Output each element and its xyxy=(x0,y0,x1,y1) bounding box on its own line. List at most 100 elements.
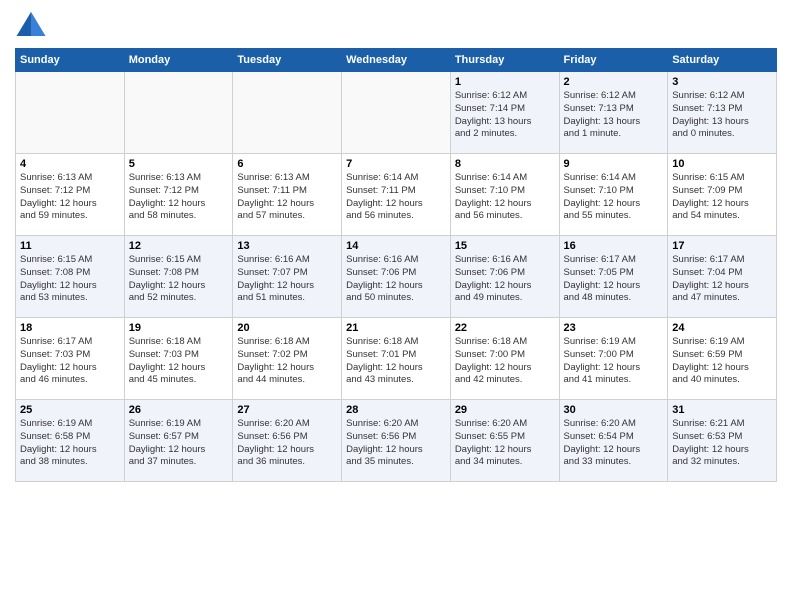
calendar-cell xyxy=(233,72,342,154)
day-number: 4 xyxy=(20,158,120,170)
day-info: Sunrise: 6:13 AM Sunset: 7:12 PM Dayligh… xyxy=(20,172,120,223)
calendar-cell: 1Sunrise: 6:12 AM Sunset: 7:14 PM Daylig… xyxy=(450,72,559,154)
calendar-cell: 11 Sunrise: 6:15 AM Sunset: 7:08 PM Dayli… xyxy=(16,236,125,318)
calendar-cell: 2 Sunrise: 6:12 AM Sunset: 7:13 PM Daylig… xyxy=(559,72,668,154)
day-info: Sunrise: 6:18 AM Sunset: 7:03 PM Dayligh… xyxy=(129,336,229,387)
day-info: Sunrise: 6:15 AM Sunset: 7:09 PM Dayligh… xyxy=(672,172,772,223)
day-info: Sunrise: 6:19 AM Sunset: 7:00 PM Dayligh… xyxy=(564,336,664,387)
day-info: Sunrise: 6:18 AM Sunset: 7:02 PM Dayligh… xyxy=(237,336,337,387)
calendar-cell: 4 Sunrise: 6:13 AM Sunset: 7:12 PM Daylig… xyxy=(16,154,125,236)
day-info: Sunrise: 6:15 AM Sunset: 7:08 PM Dayligh… xyxy=(129,254,229,305)
day-number: 6 xyxy=(237,158,337,170)
weekday-header-tuesday: Tuesday xyxy=(233,49,342,72)
day-number: 2 xyxy=(564,76,664,88)
day-info: Sunrise: 6:13 AM Sunset: 7:12 PM Dayligh… xyxy=(129,172,229,223)
logo xyxy=(15,10,51,38)
day-info: Sunrise: 6:14 AM Sunset: 7:10 PM Dayligh… xyxy=(455,172,555,223)
day-info: Sunrise: 6:13 AM Sunset: 7:11 PM Dayligh… xyxy=(237,172,337,223)
day-number: 17 xyxy=(672,240,772,252)
calendar-cell: 19 Sunrise: 6:18 AM Sunset: 7:03 PM Dayli… xyxy=(124,318,233,400)
calendar-cell: 6 Sunrise: 6:13 AM Sunset: 7:11 PM Daylig… xyxy=(233,154,342,236)
page-header xyxy=(15,10,777,38)
calendar-cell: 29 Sunrise: 6:20 AM Sunset: 6:55 PM Dayli… xyxy=(450,400,559,482)
weekday-header-row: SundayMondayTuesdayWednesdayThursdayFrid… xyxy=(16,49,777,72)
calendar-week-4: 18 Sunrise: 6:17 AM Sunset: 7:03 PM Dayli… xyxy=(16,318,777,400)
weekday-header-wednesday: Wednesday xyxy=(342,49,451,72)
day-number: 14 xyxy=(346,240,446,252)
calendar-cell: 15Sunrise: 6:16 AM Sunset: 7:06 PM Dayli… xyxy=(450,236,559,318)
day-info: Sunrise: 6:15 AM Sunset: 7:08 PM Dayligh… xyxy=(20,254,120,305)
calendar-week-1: 1Sunrise: 6:12 AM Sunset: 7:14 PM Daylig… xyxy=(16,72,777,154)
day-number: 16 xyxy=(564,240,664,252)
day-info: Sunrise: 6:18 AM Sunset: 7:01 PM Dayligh… xyxy=(346,336,446,387)
calendar-cell: 18 Sunrise: 6:17 AM Sunset: 7:03 PM Dayli… xyxy=(16,318,125,400)
calendar-week-5: 25Sunrise: 6:19 AM Sunset: 6:58 PM Dayli… xyxy=(16,400,777,482)
calendar-cell: 5 Sunrise: 6:13 AM Sunset: 7:12 PM Daylig… xyxy=(124,154,233,236)
calendar-cell: 17 Sunrise: 6:17 AM Sunset: 7:04 PM Dayli… xyxy=(668,236,777,318)
day-info: Sunrise: 6:14 AM Sunset: 7:10 PM Dayligh… xyxy=(564,172,664,223)
day-number: 21 xyxy=(346,322,446,334)
weekday-header-saturday: Saturday xyxy=(668,49,777,72)
calendar-cell: 27Sunrise: 6:20 AM Sunset: 6:56 PM Dayli… xyxy=(233,400,342,482)
calendar-cell: 20Sunrise: 6:18 AM Sunset: 7:02 PM Dayli… xyxy=(233,318,342,400)
day-number: 11 xyxy=(20,240,120,252)
calendar-cell: 13 Sunrise: 6:16 AM Sunset: 7:07 PM Dayli… xyxy=(233,236,342,318)
calendar-cell: 23 Sunrise: 6:19 AM Sunset: 7:00 PM Dayli… xyxy=(559,318,668,400)
calendar-table: SundayMondayTuesdayWednesdayThursdayFrid… xyxy=(15,48,777,482)
day-info: Sunrise: 6:17 AM Sunset: 7:04 PM Dayligh… xyxy=(672,254,772,305)
calendar-cell xyxy=(16,72,125,154)
day-number: 30 xyxy=(564,404,664,416)
calendar-body: 1Sunrise: 6:12 AM Sunset: 7:14 PM Daylig… xyxy=(16,72,777,482)
day-number: 10 xyxy=(672,158,772,170)
calendar-week-3: 11 Sunrise: 6:15 AM Sunset: 7:08 PM Dayli… xyxy=(16,236,777,318)
calendar-cell: 25Sunrise: 6:19 AM Sunset: 6:58 PM Dayli… xyxy=(16,400,125,482)
calendar-cell: 24 Sunrise: 6:19 AM Sunset: 6:59 PM Dayli… xyxy=(668,318,777,400)
day-number: 7 xyxy=(346,158,446,170)
day-info: Sunrise: 6:19 AM Sunset: 6:57 PM Dayligh… xyxy=(129,418,229,469)
day-info: Sunrise: 6:21 AM Sunset: 6:53 PM Dayligh… xyxy=(672,418,772,469)
weekday-header-friday: Friday xyxy=(559,49,668,72)
weekday-header-thursday: Thursday xyxy=(450,49,559,72)
calendar-cell: 31 Sunrise: 6:21 AM Sunset: 6:53 PM Dayli… xyxy=(668,400,777,482)
day-info: Sunrise: 6:16 AM Sunset: 7:07 PM Dayligh… xyxy=(237,254,337,305)
calendar-cell xyxy=(124,72,233,154)
day-info: Sunrise: 6:20 AM Sunset: 6:56 PM Dayligh… xyxy=(346,418,446,469)
day-number: 12 xyxy=(129,240,229,252)
day-number: 8 xyxy=(455,158,555,170)
calendar-week-2: 4 Sunrise: 6:13 AM Sunset: 7:12 PM Daylig… xyxy=(16,154,777,236)
day-number: 23 xyxy=(564,322,664,334)
weekday-header-monday: Monday xyxy=(124,49,233,72)
day-number: 3 xyxy=(672,76,772,88)
calendar-cell: 12 Sunrise: 6:15 AM Sunset: 7:08 PM Dayli… xyxy=(124,236,233,318)
calendar-cell: 8 Sunrise: 6:14 AM Sunset: 7:10 PM Daylig… xyxy=(450,154,559,236)
day-number: 13 xyxy=(237,240,337,252)
calendar-cell: 22Sunrise: 6:18 AM Sunset: 7:00 PM Dayli… xyxy=(450,318,559,400)
day-number: 24 xyxy=(672,322,772,334)
day-number: 1 xyxy=(455,76,555,88)
day-info: Sunrise: 6:12 AM Sunset: 7:13 PM Dayligh… xyxy=(564,90,664,141)
day-info: Sunrise: 6:14 AM Sunset: 7:11 PM Dayligh… xyxy=(346,172,446,223)
calendar-cell: 14Sunrise: 6:16 AM Sunset: 7:06 PM Dayli… xyxy=(342,236,451,318)
calendar-cell: 30Sunrise: 6:20 AM Sunset: 6:54 PM Dayli… xyxy=(559,400,668,482)
logo-icon xyxy=(15,10,47,38)
day-number: 28 xyxy=(346,404,446,416)
calendar-cell: 16 Sunrise: 6:17 AM Sunset: 7:05 PM Dayli… xyxy=(559,236,668,318)
calendar-cell: 3 Sunrise: 6:12 AM Sunset: 7:13 PM Daylig… xyxy=(668,72,777,154)
day-info: Sunrise: 6:19 AM Sunset: 6:59 PM Dayligh… xyxy=(672,336,772,387)
calendar-header: SundayMondayTuesdayWednesdayThursdayFrid… xyxy=(16,49,777,72)
day-info: Sunrise: 6:17 AM Sunset: 7:03 PM Dayligh… xyxy=(20,336,120,387)
day-info: Sunrise: 6:20 AM Sunset: 6:55 PM Dayligh… xyxy=(455,418,555,469)
calendar-cell xyxy=(342,72,451,154)
day-number: 29 xyxy=(455,404,555,416)
day-number: 27 xyxy=(237,404,337,416)
day-number: 18 xyxy=(20,322,120,334)
calendar-cell: 28 Sunrise: 6:20 AM Sunset: 6:56 PM Dayli… xyxy=(342,400,451,482)
calendar-cell: 9Sunrise: 6:14 AM Sunset: 7:10 PM Daylig… xyxy=(559,154,668,236)
day-info: Sunrise: 6:17 AM Sunset: 7:05 PM Dayligh… xyxy=(564,254,664,305)
day-info: Sunrise: 6:16 AM Sunset: 7:06 PM Dayligh… xyxy=(455,254,555,305)
day-number: 5 xyxy=(129,158,229,170)
day-number: 19 xyxy=(129,322,229,334)
day-number: 31 xyxy=(672,404,772,416)
calendar-cell: 26Sunrise: 6:19 AM Sunset: 6:57 PM Dayli… xyxy=(124,400,233,482)
day-info: Sunrise: 6:12 AM Sunset: 7:13 PM Dayligh… xyxy=(672,90,772,141)
